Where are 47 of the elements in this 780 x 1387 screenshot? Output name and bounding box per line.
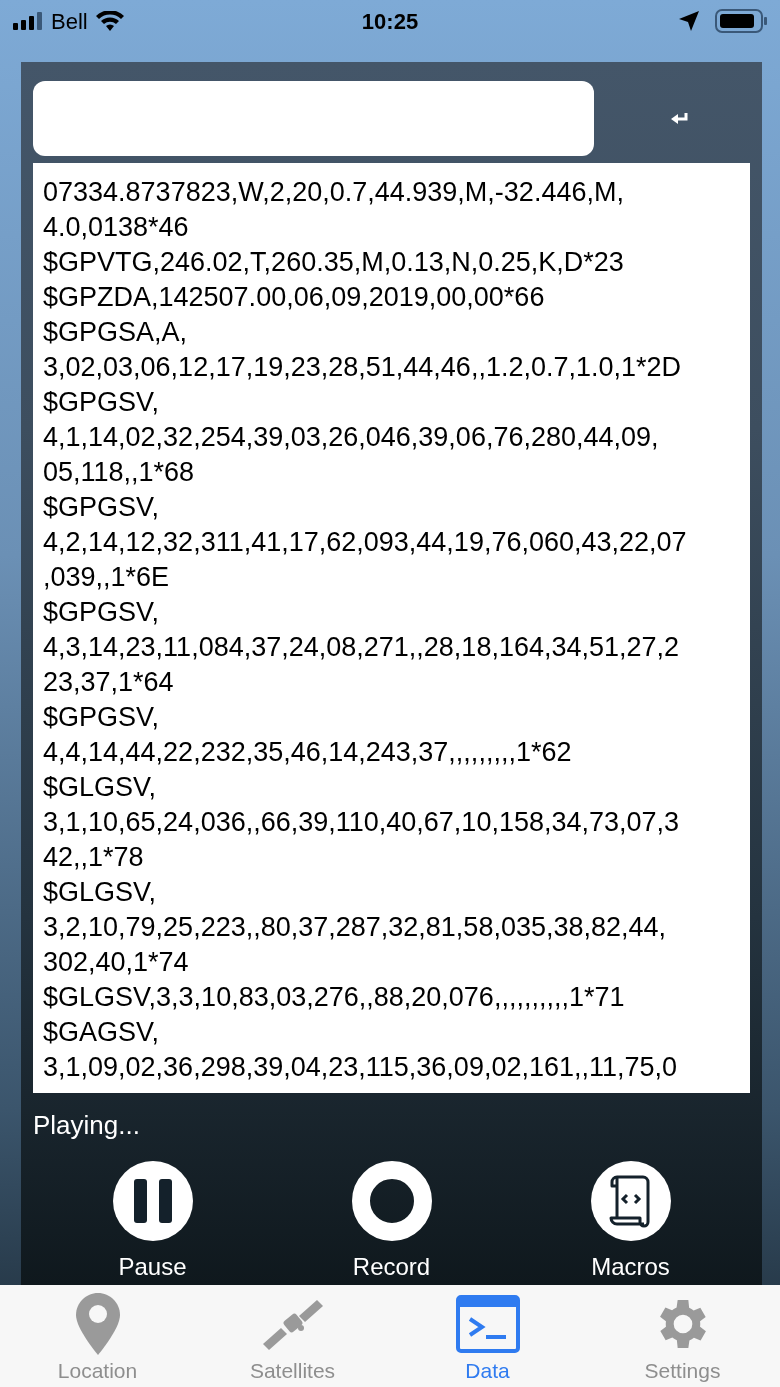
playback-status: Playing...: [33, 1109, 141, 1141]
log-line: $GPGSV,: [43, 386, 161, 419]
command-field[interactable]: [33, 81, 594, 156]
log-line: 42,,1*78: [43, 841, 145, 874]
control-button[interactable]: Macros: [511, 1161, 750, 1281]
tab-item[interactable]: Satellites: [195, 1285, 390, 1387]
log-line: 4,3,14,23,11,084,37,24,08,271,,28,18,164,34,51,27,2: [43, 631, 681, 664]
log-line: 302,40,1*74: [43, 946, 190, 979]
location-arrow-icon: [679, 11, 699, 31]
signal-icon: [13, 12, 43, 30]
clock-time: 10:25: [360, 7, 420, 36]
log-line: $GPGSV,: [43, 491, 161, 524]
pause-icon: [112, 1161, 193, 1241]
tab-item[interactable]: Settings: [585, 1285, 780, 1387]
battery-icon: [715, 9, 767, 33]
log-line: 4.0,0138*46: [43, 211, 190, 244]
log-line: 3,02,03,06,12,17,19,23,28,51,44,46,,1.2,0.7,1.0,1*2D: [43, 351, 683, 384]
map-pin-icon: [75, 1293, 120, 1355]
log-line: $GAGSV,: [43, 1016, 161, 1049]
wifi-icon: [95, 11, 124, 31]
log-line: 4,1,14,02,32,254,39,03,26,046,39,06,76,280,44,09,: [43, 421, 660, 454]
log-line: $GPZDA,142507.00,06,09,2019,00,00*66: [43, 281, 546, 314]
return-icon: [671, 112, 689, 125]
log-line: 4,2,14,12,32,311,41,17,62,093,44,19,76,060,43,22,07: [43, 526, 688, 559]
terminal-window-icon: [455, 1295, 520, 1353]
log-line: $GPGSA,A,: [43, 316, 189, 349]
log-line: 4,4,14,44,22,232,35,46,14,243,37,,,,,,,,,1*62: [43, 736, 573, 769]
control-button[interactable]: Pause: [33, 1161, 272, 1281]
log-line: $GPGSV,: [43, 701, 161, 734]
control-button[interactable]: Record: [272, 1161, 511, 1281]
carrier-name: Bell: [51, 7, 88, 36]
tab-item[interactable]: Location: [0, 1285, 195, 1387]
log-line: 3,2,10,79,25,223,,80,37,287,32,81,58,035,38,82,44,: [43, 911, 668, 944]
log-line: $GLGSV,: [43, 771, 158, 804]
script-scroll-icon: [590, 1161, 671, 1241]
log-line: $GPGSV,: [43, 596, 161, 629]
log-line: 05,118,,1*68: [43, 456, 196, 489]
log-line: 23,37,1*64: [43, 666, 175, 699]
log-line: $GLGSV,3,3,10,83,03,276,,88,20,076,,,,,,,,,,1*71: [43, 981, 626, 1014]
log-line: ,039,,1*6E: [43, 561, 171, 594]
log-line: $GPVTG,246.02,T,260.35,M,0.13,N,0.25,K,D*23: [43, 246, 625, 279]
log-line: 3,1,10,65,24,036,,66,39,110,40,67,10,158,34,73,07,3: [43, 806, 681, 839]
log-line: 3,1,09,02,36,298,39,04,23,115,36,09,02,161,,11,75,0: [43, 1051, 679, 1084]
tab-item[interactable]: Data: [390, 1285, 585, 1387]
log-line: $GLGSV,: [43, 876, 158, 909]
record-icon: [351, 1161, 432, 1241]
log-line: 07334.8737823,W,2,20,0.7,44.939,M,-32.446,M,: [43, 176, 625, 209]
